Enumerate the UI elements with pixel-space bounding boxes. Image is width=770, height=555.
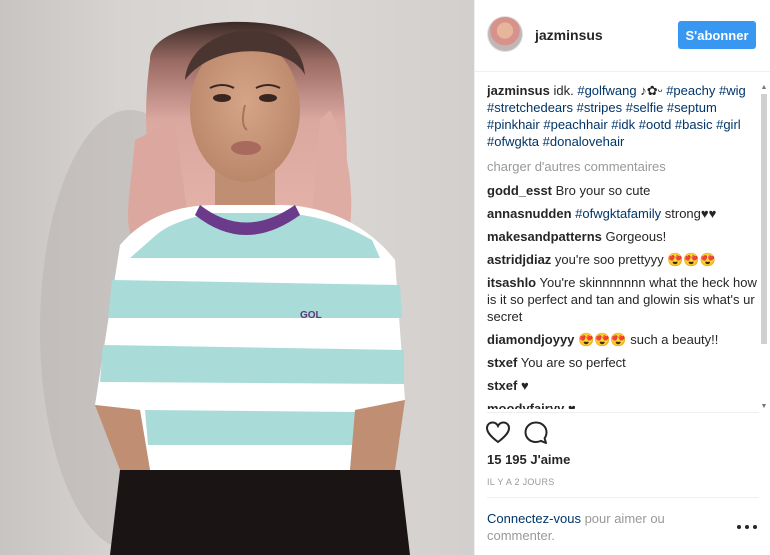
scrollbar-thumb[interactable] bbox=[761, 94, 767, 344]
heart-icon[interactable] bbox=[485, 420, 511, 446]
caption-emoji: ♪✿ᵕ bbox=[640, 83, 663, 98]
comment-item: stxef You are so perfect bbox=[487, 354, 759, 371]
comment-text: You are so perfect bbox=[520, 355, 626, 370]
photo-illustration: GOL bbox=[40, 21, 410, 555]
comment-text: you're soo prettyyy 😍😍😍 bbox=[554, 252, 716, 267]
comments-scrollbar[interactable]: ▲ ▼ bbox=[760, 84, 768, 411]
post-header: jazminsus S'abonner bbox=[475, 0, 770, 72]
comment-text: Gorgeous! bbox=[605, 229, 667, 244]
comment-text: strong♥︎♥︎ bbox=[664, 206, 717, 221]
post-photo[interactable]: GOL bbox=[0, 0, 474, 555]
divider bbox=[487, 412, 759, 413]
scroll-down-arrow-icon[interactable]: ▼ bbox=[760, 403, 768, 411]
caption-hashtag[interactable]: #golfwang bbox=[577, 83, 636, 98]
comment-item: stxef ♥︎ bbox=[487, 377, 759, 394]
comment-text: ♥︎ bbox=[520, 378, 529, 393]
login-link[interactable]: Connectez-vous bbox=[487, 511, 581, 526]
post-caption: jazminsus idk. #golfwang ♪✿ᵕ #peachy #wi… bbox=[487, 82, 759, 150]
caption-hashtag[interactable]: #peachy bbox=[666, 83, 715, 98]
post-sidebar: jazminsus S'abonner jazminsus idk. #golf… bbox=[474, 0, 770, 555]
comment-username[interactable]: makesandpatterns bbox=[487, 229, 602, 244]
comment-text: Bro your so cute bbox=[555, 183, 651, 198]
comment-item: annasnudden #ofwgktafamily strong♥︎♥︎ bbox=[487, 205, 759, 222]
comment-bubble-icon[interactable] bbox=[523, 420, 549, 446]
comment-username[interactable]: moodyfairyy bbox=[487, 401, 564, 409]
comment-item: itsashlo You're skinnnnnnn what the heck… bbox=[487, 274, 759, 325]
caption-username[interactable]: jazminsus bbox=[487, 83, 550, 98]
comment-username[interactable]: diamondjoyyy bbox=[487, 332, 574, 347]
follow-button[interactable]: S'abonner bbox=[678, 21, 756, 49]
caption-text: idk. bbox=[553, 83, 574, 98]
comment-username[interactable]: stxef bbox=[487, 355, 517, 370]
comment-text: ♥ bbox=[567, 401, 576, 409]
login-prompt: Connectez-vous pour aimer ou commenter. bbox=[487, 510, 707, 544]
comment-username[interactable]: itsashlo bbox=[487, 275, 536, 290]
comment-item: makesandpatterns Gorgeous! bbox=[487, 228, 759, 245]
more-options-icon[interactable] bbox=[737, 522, 759, 532]
like-count[interactable]: 15 195 J'aime bbox=[487, 452, 570, 467]
comment-item: moodyfairyy ♥ bbox=[487, 400, 759, 409]
comment-hashtag[interactable]: #ofwgktafamily bbox=[575, 206, 661, 221]
divider bbox=[487, 497, 759, 498]
comment-item: godd_esst Bro your so cute bbox=[487, 182, 759, 199]
comment-username[interactable]: stxef bbox=[487, 378, 517, 393]
comment-username[interactable]: annasnudden bbox=[487, 206, 572, 221]
comment-text: 😍😍😍 such a beauty!! bbox=[578, 332, 719, 347]
comments-list: jazminsus idk. #golfwang ♪✿ᵕ #peachy #wi… bbox=[487, 82, 759, 409]
scroll-up-arrow-icon[interactable]: ▲ bbox=[760, 84, 768, 92]
avatar[interactable] bbox=[487, 16, 523, 52]
comment-item: astridjdiaz you're soo prettyyy 😍😍😍 bbox=[487, 251, 759, 268]
comment-username[interactable]: godd_esst bbox=[487, 183, 552, 198]
svg-text:GOL: GOL bbox=[300, 310, 322, 321]
load-more-comments-link[interactable]: charger d'autres commentaires bbox=[487, 158, 759, 175]
post-timestamp[interactable]: IL Y A 2 JOURS bbox=[487, 477, 555, 487]
comment-item: diamondjoyyy 😍😍😍 such a beauty!! bbox=[487, 331, 759, 348]
author-username[interactable]: jazminsus bbox=[535, 27, 603, 43]
comment-username[interactable]: astridjdiaz bbox=[487, 252, 551, 267]
